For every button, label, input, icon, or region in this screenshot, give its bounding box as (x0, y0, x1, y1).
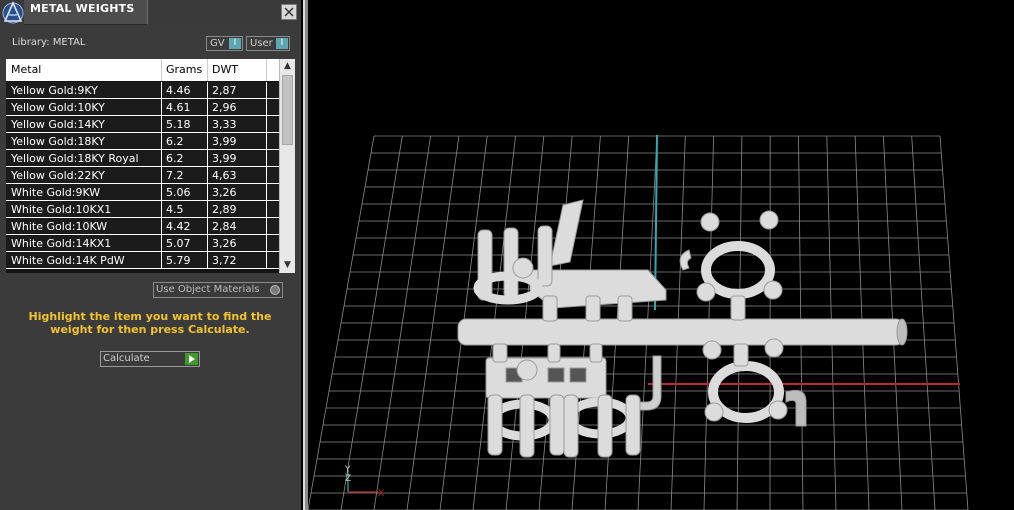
calculate-label: Calculate (103, 353, 150, 364)
table-row[interactable]: White Gold:10KX1 4.5 2,89 (6, 201, 279, 218)
play-arrow-icon (185, 353, 198, 365)
panel-titlebar: METAL WEIGHTS (0, 0, 301, 25)
user-toggle-label: User (250, 38, 273, 49)
grams-cell: 5.79 (166, 254, 191, 267)
table-row[interactable]: Yellow Gold:14KY 5.18 3,33 (6, 116, 279, 133)
use-object-materials-button[interactable]: Use Object Materials (153, 282, 283, 298)
panel-title: METAL WEIGHTS (30, 2, 135, 15)
grams-cell: 4.46 (166, 84, 191, 97)
table-row[interactable]: Yellow Gold:9KY 4.46 2,87 (6, 82, 279, 99)
table-row[interactable]: White Gold:9KW 5.06 3,26 (6, 184, 279, 201)
column-header-metal[interactable]: Metal (6, 59, 161, 81)
metal-weights-panel: METAL WEIGHTS Library: METAL GV I User I… (0, 0, 301, 510)
metal-name-cell: Yellow Gold:14KY (11, 118, 105, 131)
grams-cell: 4.5 (166, 203, 184, 216)
metal-name-cell: Yellow Gold:18KY (11, 135, 105, 148)
dwt-cell: 3,99 (212, 152, 237, 165)
user-toggle-indicator: I (276, 38, 288, 49)
gv-toggle[interactable]: GV I (206, 36, 243, 51)
radio-indicator-icon (270, 285, 280, 295)
gizmo-z-label: Z (345, 474, 351, 484)
grams-cell: 7.2 (166, 169, 184, 182)
library-label: Library: METAL (12, 37, 86, 48)
instruction-text: Highlight the item you want to find the … (28, 310, 272, 336)
column-header-grams[interactable]: Grams (161, 59, 207, 81)
grams-cell: 5.06 (166, 186, 191, 199)
gv-toggle-label: GV (210, 38, 225, 49)
metal-name-cell: Yellow Gold:18KY Royal (11, 152, 139, 165)
dwt-cell: 2,96 (212, 101, 237, 114)
dwt-cell: 4,63 (212, 169, 237, 182)
dwt-cell: 3,26 (212, 237, 237, 250)
gizmo-x-label: X (378, 489, 384, 499)
grams-cell: 6.2 (166, 152, 184, 165)
dwt-cell: 3,26 (212, 186, 237, 199)
table-row[interactable]: White Gold:14KX1 5.07 3,26 (6, 235, 279, 252)
metal-name-cell: White Gold:14KX1 (11, 237, 112, 250)
scroll-down-icon[interactable]: ▼ (280, 258, 295, 273)
column-header-dwt[interactable]: DWT (207, 59, 267, 81)
dwt-cell: 2,89 (212, 203, 237, 216)
metal-name-cell: White Gold:9KW (11, 186, 101, 199)
calculate-button[interactable]: Calculate (100, 351, 200, 367)
grams-cell: 4.42 (166, 220, 191, 233)
table-scrollbar[interactable]: ▲ ▼ (279, 59, 295, 273)
gv-toggle-indicator: I (229, 38, 241, 49)
grams-cell: 4.61 (166, 101, 191, 114)
metal-table: Metal Grams DWT Yellow Gold:9KY 4.46 2,87 Y… (6, 59, 295, 273)
viewport-canvas[interactable]: Y Z X (308, 0, 1014, 510)
table-row[interactable]: White Gold:14K PdW 5.79 3,72 (6, 252, 279, 269)
grams-cell: 5.07 (166, 237, 191, 250)
dwt-cell: 3,99 (212, 135, 237, 148)
table-row[interactable]: Yellow Gold:18KY 6.2 3,99 (6, 133, 279, 150)
table-row[interactable]: Yellow Gold:22KY 7.2 4,63 (6, 167, 279, 184)
table-rows: Yellow Gold:9KY 4.46 2,87 Yellow Gold:10KY 4… (6, 82, 279, 269)
close-icon (284, 7, 294, 17)
metal-name-cell: Yellow Gold:22KY (11, 169, 105, 182)
metal-name-cell: White Gold:10KW (11, 220, 108, 233)
grams-cell: 6.2 (166, 135, 184, 148)
dwt-cell: 3,72 (212, 254, 237, 267)
table-row[interactable]: Yellow Gold:10KY 4.61 2,96 (6, 99, 279, 116)
dwt-cell: 3,33 (212, 118, 237, 131)
panel-splitter[interactable] (301, 0, 308, 510)
grams-cell: 5.18 (166, 118, 191, 131)
dwt-cell: 2,84 (212, 220, 237, 233)
metal-name-cell: Yellow Gold:9KY (11, 84, 98, 97)
3d-viewport[interactable]: Y Z X (308, 0, 1014, 510)
panel-title-tab: METAL WEIGHTS (24, 0, 148, 25)
app-logo-icon (1, 0, 25, 25)
scroll-up-icon[interactable]: ▲ (280, 59, 295, 74)
jewelry-model[interactable] (457, 199, 908, 458)
metal-name-cell: White Gold:10KX1 (11, 203, 112, 216)
dwt-cell: 2,87 (212, 84, 237, 97)
metal-name-cell: Yellow Gold:10KY (11, 101, 105, 114)
user-toggle[interactable]: User I (246, 36, 290, 51)
close-button[interactable] (281, 4, 297, 20)
use-object-materials-label: Use Object Materials (156, 284, 260, 295)
table-header: Metal Grams DWT (6, 59, 279, 81)
metal-name-cell: White Gold:14K PdW (11, 254, 125, 267)
scroll-thumb[interactable] (282, 75, 293, 145)
table-row[interactable]: Yellow Gold:18KY Royal 6.2 3,99 (6, 150, 279, 167)
table-row[interactable]: White Gold:10KW 4.42 2,84 (6, 218, 279, 235)
